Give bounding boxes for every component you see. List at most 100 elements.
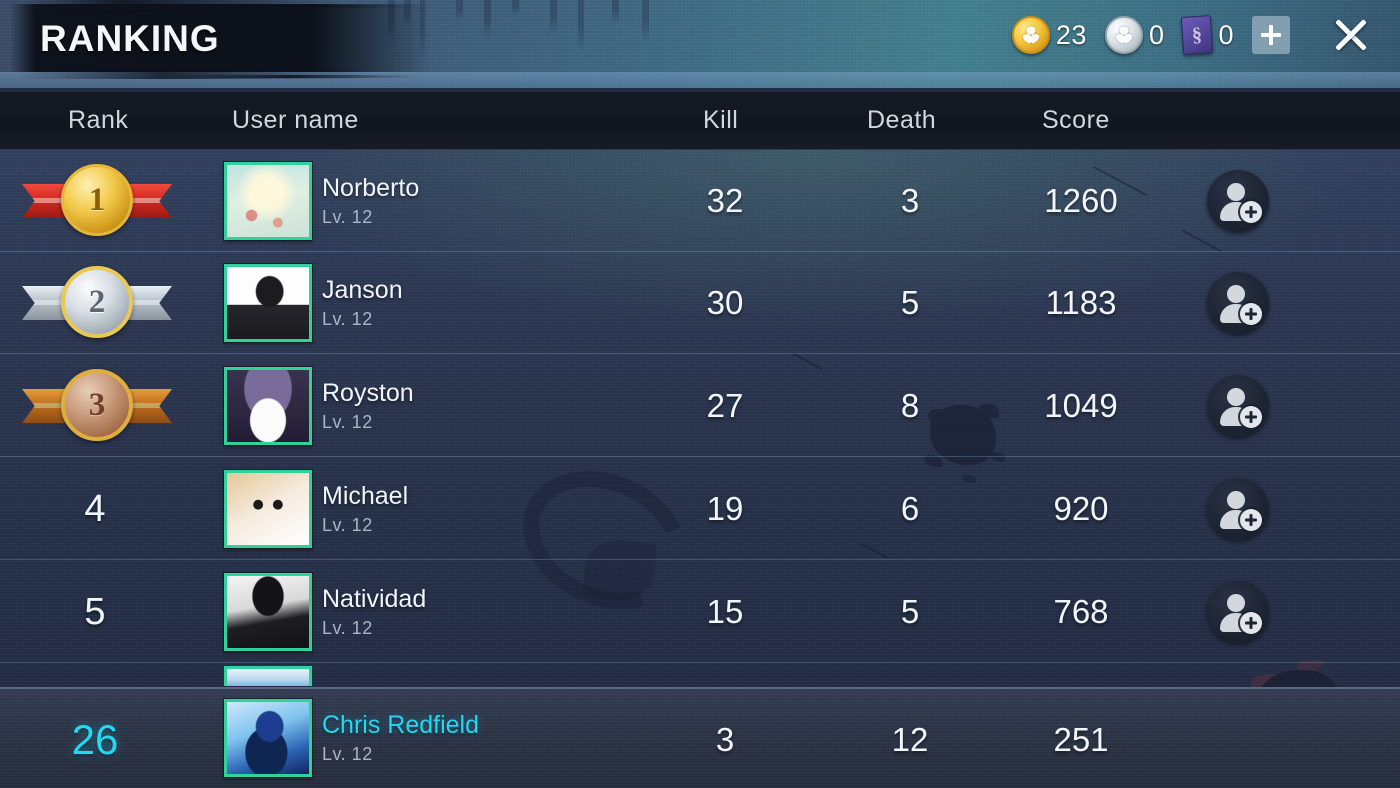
ranking-screen: RANKING 23 0 § 0 Rank User name Kill Dea…: [0, 0, 1400, 788]
gold-amount: 23: [1055, 19, 1087, 50]
add-currency-button[interactable]: [1252, 16, 1290, 54]
avatar-image: [227, 576, 309, 648]
avatar-image: [227, 473, 309, 545]
user-name: Natividad: [322, 585, 427, 613]
plus-badge: [1240, 406, 1262, 428]
add-friend-icon[interactable]: [1207, 272, 1269, 334]
avatar-image: [227, 702, 309, 774]
avatar[interactable]: [224, 470, 312, 548]
stat-kill: 32: [706, 182, 744, 219]
stat-death: 8: [900, 387, 920, 424]
stat-score: 1049: [1044, 387, 1118, 424]
person-head: [1227, 491, 1245, 509]
table-row[interactable]: 5 Natividad Lv. 12 15 5 768: [0, 561, 1400, 663]
table-header-row: Rank User name Kill Death Score: [0, 92, 1400, 150]
stat-score: 1260: [1044, 182, 1118, 219]
streak-decoration: [30, 69, 370, 72]
medal-disc: 1: [61, 164, 133, 236]
person-head: [1227, 594, 1245, 612]
stat-score: 768: [1053, 593, 1109, 630]
currency-card[interactable]: § 0: [1181, 14, 1234, 56]
avatar[interactable]: [224, 367, 312, 445]
plus-badge: [1240, 612, 1262, 634]
currency-silver[interactable]: 0: [1104, 16, 1165, 54]
plus-badge: [1240, 201, 1262, 223]
column-header-user: User name: [232, 106, 359, 134]
close-icon[interactable]: [1328, 12, 1374, 58]
user-level: Lv. 12: [322, 412, 373, 432]
stat-kill: 3: [715, 720, 735, 758]
avatar-image: [227, 267, 309, 339]
streak-decoration: [160, 75, 420, 78]
column-header-score: Score: [1042, 106, 1110, 134]
rank-number: 26: [71, 715, 119, 763]
stat-death: 6: [900, 490, 920, 527]
table-row[interactable]: 1 Norberto Lv. 12 32 3 1260: [0, 150, 1400, 252]
avatar[interactable]: [224, 573, 312, 651]
stat-kill: 19: [706, 490, 744, 527]
user-name: Michael: [322, 482, 409, 510]
rank-number: 4: [84, 487, 106, 530]
user-level: Lv. 12: [322, 744, 373, 764]
silver-amount: 0: [1148, 19, 1165, 50]
stat-score: 251: [1053, 720, 1109, 758]
card-amount: 0: [1218, 19, 1234, 50]
streak-decoration: [110, 5, 410, 8]
stat-death: 12: [891, 720, 929, 758]
page-title: RANKING: [40, 18, 220, 59]
stat-score: 1183: [1045, 284, 1117, 321]
plus-badge: [1240, 509, 1262, 531]
purple-card-icon: §: [1181, 14, 1214, 56]
person-head: [1227, 388, 1245, 406]
table-row[interactable]: 2 Janson Lv. 12 30 5 1183: [0, 252, 1400, 354]
stat-kill: 30: [706, 284, 744, 321]
stat-death: 5: [900, 593, 920, 630]
silver-coin-icon: [1104, 16, 1143, 54]
header-bar: RANKING 23 0 § 0: [0, 0, 1400, 88]
medal-rank-number: 1: [88, 181, 106, 218]
table-row[interactable]: 4 Michael Lv. 12 19 6 920: [0, 458, 1400, 560]
medal-rank-number: 3: [88, 386, 106, 423]
user-level: Lv. 12: [322, 515, 373, 535]
person-head: [1227, 183, 1245, 201]
avatar[interactable]: [224, 162, 312, 240]
blood-splatter-decoration: [1255, 670, 1341, 688]
table-row[interactable]: 3 Royston Lv. 12 27 8 1049: [0, 355, 1400, 457]
plus-badge: [1240, 303, 1262, 325]
medal-gold-icon: 1: [22, 164, 172, 238]
stat-death: 5: [900, 284, 920, 321]
stat-score: 920: [1053, 490, 1109, 527]
currency-tray: 23 0 § 0: [1011, 14, 1290, 56]
column-header-kill: Kill: [703, 106, 739, 134]
user-name: Royston: [322, 379, 414, 407]
add-friend-icon[interactable]: [1207, 170, 1269, 232]
user-name: Janson: [322, 276, 403, 304]
currency-gold[interactable]: 23: [1011, 16, 1087, 54]
streak-decoration: [16, 10, 246, 13]
user-level: Lv. 12: [322, 309, 373, 329]
column-header-death: Death: [867, 106, 937, 134]
user-level: Lv. 12: [322, 207, 373, 227]
medal-disc: 3: [61, 369, 133, 441]
ranking-list[interactable]: 1 Norberto Lv. 12 32 3 1260 2 Janson Lv.…: [0, 150, 1400, 688]
title-block: RANKING: [10, 0, 430, 79]
medal-rank-number: 2: [88, 283, 106, 320]
avatar[interactable]: [224, 264, 312, 342]
partial-next-row-avatar: [224, 666, 312, 686]
avatar[interactable]: [224, 699, 312, 777]
add-friend-icon[interactable]: [1207, 375, 1269, 437]
user-name: Norberto: [322, 174, 420, 202]
add-friend-icon[interactable]: [1207, 581, 1269, 643]
person-head: [1227, 285, 1245, 303]
medal-disc: 2: [61, 266, 133, 338]
avatar-image: [227, 370, 309, 442]
add-friend-icon[interactable]: [1207, 478, 1269, 540]
stat-death: 3: [900, 182, 920, 219]
current-player-row[interactable]: 26 Chris Redfield Lv. 12 3 12 251: [0, 687, 1400, 788]
gold-coin-icon: [1011, 16, 1050, 54]
rank-number: 5: [84, 590, 106, 633]
user-name: Chris Redfield: [322, 711, 480, 739]
medal-silver-icon: 2: [22, 266, 172, 340]
column-header-rank: Rank: [68, 106, 129, 134]
user-level: Lv. 12: [322, 618, 373, 638]
